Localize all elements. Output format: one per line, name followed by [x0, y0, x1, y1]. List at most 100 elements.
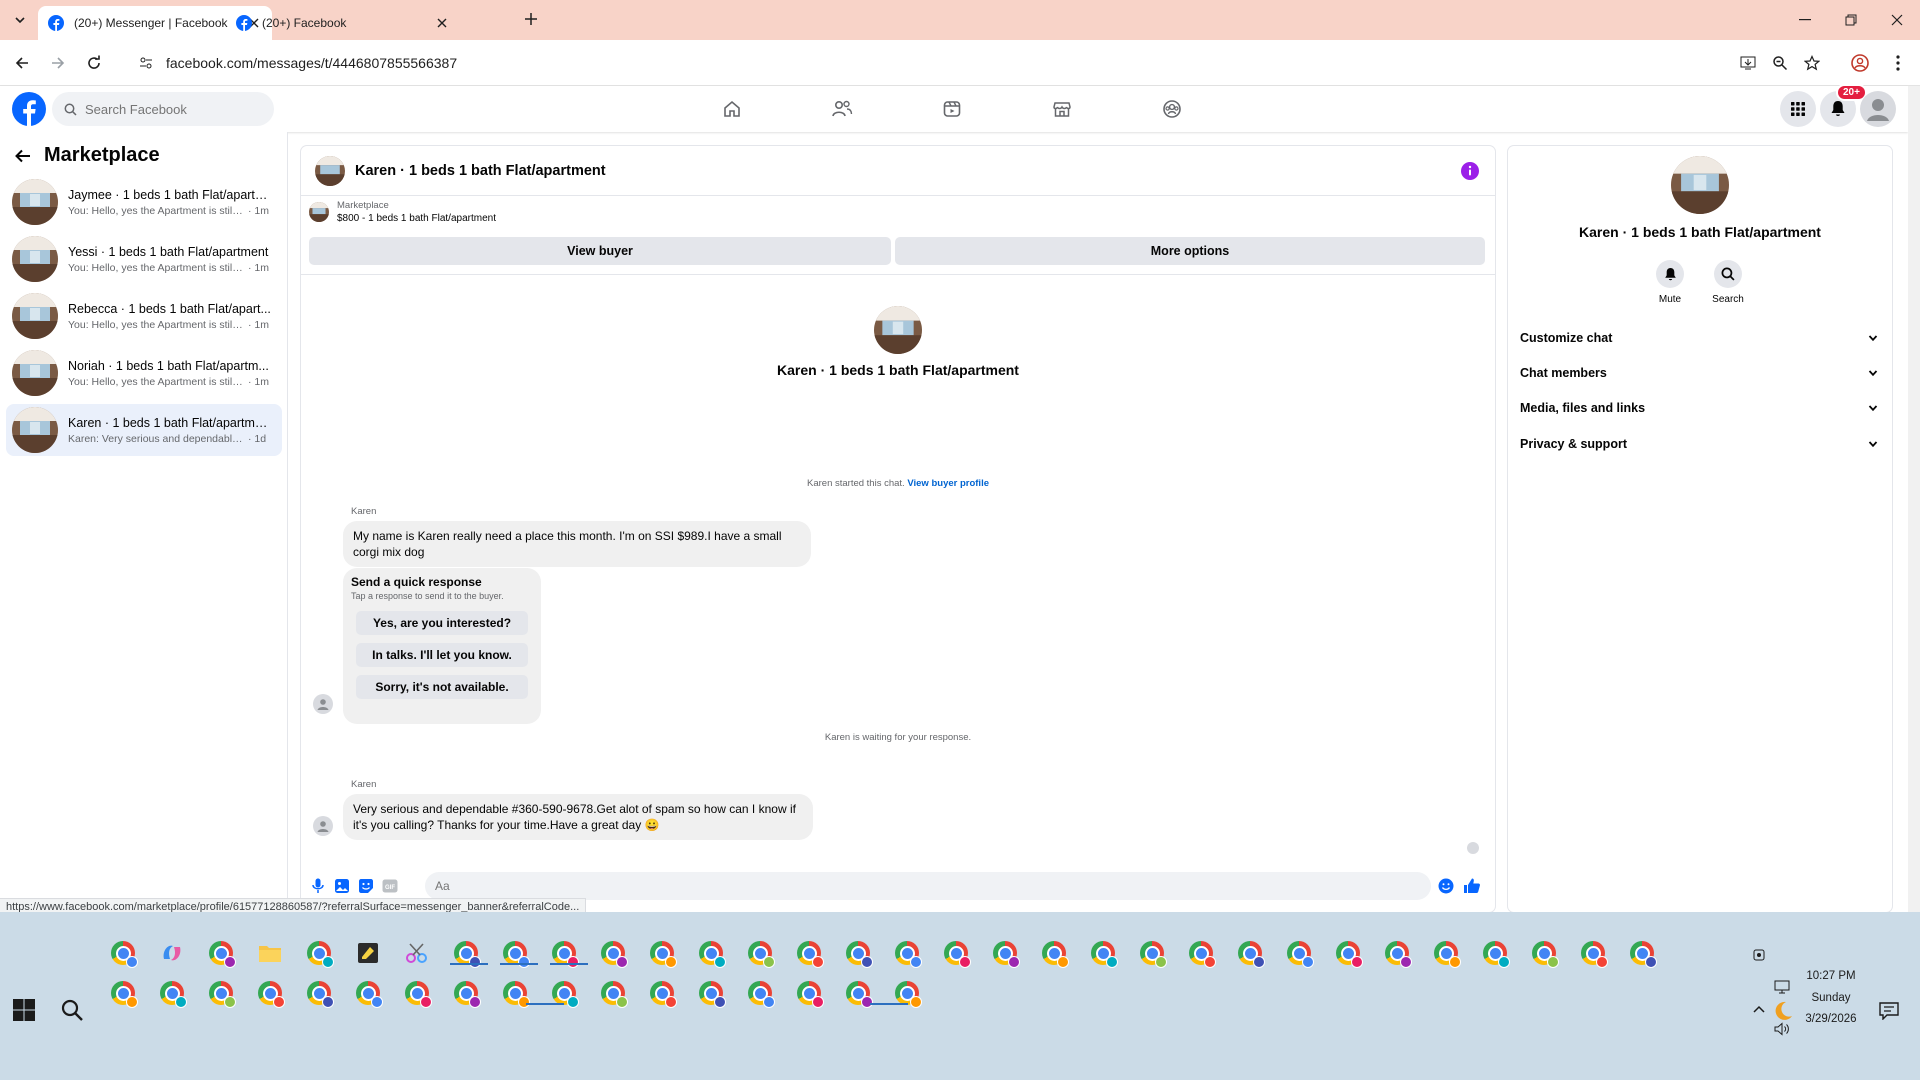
- profile-icon[interactable]: [1848, 51, 1872, 75]
- thumbs-up-icon[interactable]: [1463, 877, 1481, 895]
- microphone-icon[interactable]: [309, 877, 327, 895]
- chrome-profile-app-icon[interactable]: [1382, 938, 1412, 968]
- more-options-button[interactable]: More options: [895, 237, 1485, 265]
- copilot-app-icon[interactable]: [157, 938, 187, 968]
- minimize-icon[interactable]: [1782, 0, 1828, 40]
- sticky-notes-icon[interactable]: [353, 938, 383, 968]
- facebook-search-input[interactable]: [85, 101, 255, 117]
- sender-avatar[interactable]: [313, 694, 333, 714]
- page-scrollbar[interactable]: [1908, 86, 1920, 912]
- facebook-logo-icon[interactable]: [12, 92, 46, 126]
- chrome-profile-app-icon[interactable]: [1137, 938, 1167, 968]
- conversation-item[interactable]: Rebecca · 1 beds 1 bath Flat/apart... Yo…: [6, 290, 282, 342]
- chrome-profile-app-icon[interactable]: [843, 978, 873, 1008]
- clock-day[interactable]: Sunday: [1796, 992, 1866, 1004]
- windows-start-icon[interactable]: [12, 998, 36, 1022]
- chrome-profile-app-icon[interactable]: [1284, 938, 1314, 968]
- chrome-profile-app-icon[interactable]: [794, 938, 824, 968]
- chrome-profile-app-icon[interactable]: [598, 938, 628, 968]
- chrome-profile-app-icon[interactable]: [206, 938, 236, 968]
- chrome-profile-app-icon[interactable]: [647, 938, 677, 968]
- taskbar-search-icon[interactable]: [60, 998, 84, 1022]
- chrome-profile-app-icon[interactable]: [451, 978, 481, 1008]
- account-avatar[interactable]: [1860, 91, 1896, 127]
- chrome-profile-app-icon[interactable]: [745, 938, 775, 968]
- close-window-icon[interactable]: [1874, 0, 1920, 40]
- clock-time[interactable]: 10:27 PM: [1796, 970, 1866, 982]
- reload-icon[interactable]: [82, 51, 106, 75]
- restore-icon[interactable]: [1828, 0, 1874, 40]
- quick-response-yes-button[interactable]: Yes, are you interested?: [356, 611, 528, 635]
- chrome-profile-app-icon[interactable]: [1039, 938, 1069, 968]
- back-arrow-icon[interactable]: [10, 51, 34, 75]
- nav-video-icon[interactable]: [928, 90, 976, 128]
- site-info-icon[interactable]: [136, 53, 156, 73]
- sender-avatar[interactable]: [313, 816, 333, 836]
- listing-summary[interactable]: Marketplace $800 - 1 beds 1 bath Flat/ap…: [309, 200, 496, 224]
- conversation-item-selected[interactable]: Karen · 1 beds 1 bath Flat/apartment Kar…: [6, 404, 282, 456]
- back-arrow-icon[interactable]: [14, 147, 32, 165]
- message-input-wrap[interactable]: [425, 872, 1431, 900]
- chrome-profile-app-icon[interactable]: [304, 938, 334, 968]
- chrome-profile-app-icon[interactable]: [647, 978, 677, 1008]
- media-files-links-section[interactable]: Media, files and links: [1520, 393, 1882, 423]
- chrome-profile-app-icon[interactable]: [255, 978, 285, 1008]
- nav-groups-icon[interactable]: [1148, 90, 1196, 128]
- search-in-chat-button[interactable]: Search: [1698, 260, 1758, 305]
- close-tab-icon[interactable]: [434, 15, 450, 31]
- chrome-profile-app-icon[interactable]: [1627, 938, 1657, 968]
- chrome-profile-app-icon[interactable]: [1480, 938, 1510, 968]
- nav-friends-icon[interactable]: [818, 90, 866, 128]
- kebab-menu-icon[interactable]: [1886, 51, 1910, 75]
- tab-search-chevron-icon[interactable]: [8, 8, 32, 32]
- chrome-profile-app-icon[interactable]: [1088, 938, 1118, 968]
- view-buyer-profile-link[interactable]: View buyer profile: [907, 478, 989, 489]
- chrome-profile-app-icon[interactable]: [941, 938, 971, 968]
- quick-response-in-talks-button[interactable]: In talks. I'll let you know.: [356, 643, 528, 667]
- chat-members-section[interactable]: Chat members: [1520, 358, 1882, 388]
- notifications-center-icon[interactable]: [1874, 996, 1904, 1026]
- gif-icon[interactable]: GIF: [381, 877, 399, 895]
- chrome-profile-app-icon[interactable]: [598, 978, 628, 1008]
- chrome-profile-app-icon[interactable]: [108, 978, 138, 1008]
- chat-avatar[interactable]: [315, 155, 345, 186]
- chat-intro-avatar[interactable]: [874, 306, 922, 354]
- chrome-profile-app-icon[interactable]: [206, 978, 236, 1008]
- chrome-profile-app-icon[interactable]: [1235, 938, 1265, 968]
- tab-facebook[interactable]: (20+) Facebook: [226, 6, 460, 40]
- new-tab-plus-icon[interactable]: [520, 8, 542, 30]
- quick-response-not-available-button[interactable]: Sorry, it's not available.: [356, 675, 528, 699]
- chrome-profile-app-icon[interactable]: [892, 938, 922, 968]
- volume-icon[interactable]: [1767, 1014, 1797, 1044]
- snipping-tool-icon[interactable]: [402, 938, 432, 968]
- menu-grid-icon[interactable]: [1780, 91, 1816, 127]
- privacy-support-section[interactable]: Privacy & support: [1520, 429, 1882, 459]
- view-buyer-button[interactable]: View buyer: [309, 237, 891, 265]
- info-icon[interactable]: [1461, 162, 1479, 180]
- nav-home-icon[interactable]: [708, 90, 756, 128]
- clock-date[interactable]: 3/29/2026: [1796, 1013, 1866, 1025]
- chat-title[interactable]: Karen · 1 beds 1 bath Flat/apartment: [355, 163, 606, 179]
- zoom-icon[interactable]: [1768, 51, 1792, 75]
- conversation-item[interactable]: Jaymee · 1 beds 1 bath Flat/apartm... Yo…: [6, 176, 282, 228]
- chrome-profile-app-icon[interactable]: [794, 978, 824, 1008]
- address-bar[interactable]: facebook.com/messages/t/4446807855566387: [126, 46, 1784, 80]
- chrome-profile-app-icon[interactable]: [696, 978, 726, 1008]
- facebook-search[interactable]: [52, 92, 274, 126]
- bookmark-star-icon[interactable]: [1800, 51, 1824, 75]
- chrome-profile-app-icon[interactable]: [1529, 938, 1559, 968]
- photo-icon[interactable]: [333, 877, 351, 895]
- chrome-profile-app-icon[interactable]: [1578, 938, 1608, 968]
- conversation-item[interactable]: Noriah · 1 beds 1 bath Flat/apartm... Yo…: [6, 347, 282, 399]
- sticker-icon[interactable]: [357, 877, 375, 895]
- emoji-icon[interactable]: [1437, 877, 1455, 895]
- forward-arrow-icon[interactable]: [46, 51, 70, 75]
- info-avatar[interactable]: [1671, 156, 1729, 214]
- network-icon[interactable]: [1767, 972, 1797, 1002]
- nav-marketplace-icon[interactable]: [1038, 90, 1086, 128]
- chrome-profile-app-icon[interactable]: [304, 978, 334, 1008]
- chrome-profile-app-icon[interactable]: [108, 938, 138, 968]
- chrome-profile-app-icon[interactable]: [157, 978, 187, 1008]
- chrome-profile-app-icon[interactable]: [696, 938, 726, 968]
- meet-now-icon[interactable]: [1744, 940, 1774, 970]
